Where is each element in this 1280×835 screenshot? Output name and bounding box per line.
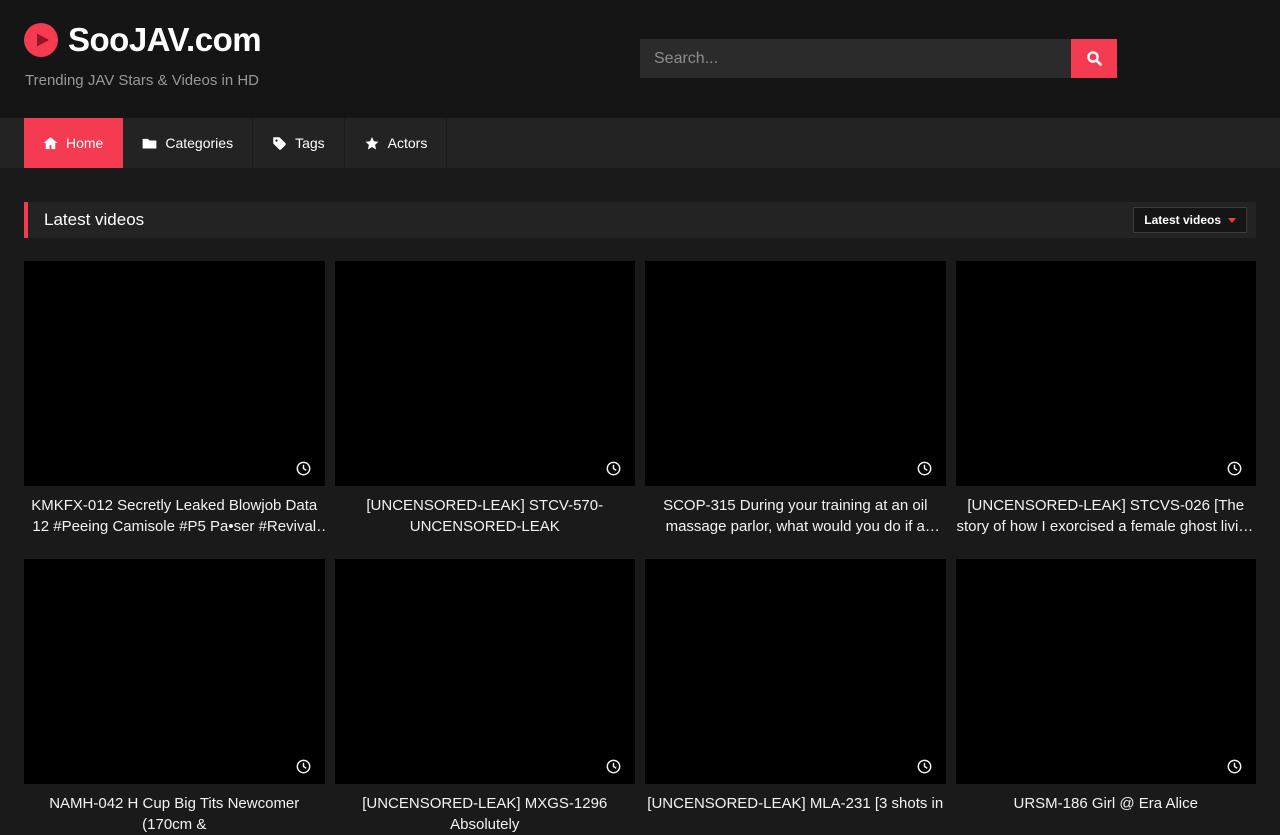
sort-dropdown-label: Latest videos (1144, 213, 1221, 227)
search-button[interactable] (1071, 39, 1117, 78)
video-thumbnail[interactable] (956, 559, 1257, 784)
video-card: KMKFX-012 Secretly Leaked Blowjob Data 1… (24, 261, 325, 537)
nav-item-label: Actors (388, 135, 428, 151)
clock-icon (917, 759, 932, 774)
section-header-bar: Latest videos Latest videos (24, 202, 1256, 238)
video-title[interactable]: [UNCENSORED-LEAK] MXGS-1296 Absolutely (335, 793, 636, 835)
clock-icon (1227, 759, 1242, 774)
home-icon (43, 136, 58, 151)
clock-icon (296, 461, 311, 476)
nav-item-tags[interactable]: Tags (253, 118, 345, 168)
tag-icon (272, 136, 287, 151)
video-title[interactable]: SCOP-315 During your training at an oil … (645, 495, 946, 537)
play-circle-icon (24, 23, 58, 57)
video-title[interactable]: NAMH-042 H Cup Big Tits Newcomer (170cm … (24, 793, 325, 835)
video-thumbnail[interactable] (956, 261, 1257, 486)
video-card: [UNCENSORED-LEAK] STCVS-026 [The story o… (956, 261, 1257, 537)
search-input[interactable] (640, 39, 1071, 78)
nav-item-categories[interactable]: Categories (123, 118, 253, 168)
video-thumbnail[interactable] (645, 261, 946, 486)
sort-dropdown-button[interactable]: Latest videos (1133, 207, 1247, 233)
clock-icon (606, 461, 621, 476)
video-grid: KMKFX-012 Secretly Leaked Blowjob Data 1… (24, 261, 1256, 835)
star-icon (364, 136, 380, 151)
nav-item-label: Tags (295, 135, 325, 151)
video-thumbnail[interactable] (335, 261, 636, 486)
video-card: SCOP-315 During your training at an oil … (645, 261, 946, 537)
search-form (640, 39, 1117, 78)
main-content: Latest videos Latest videos KMKFX-012 Se… (0, 202, 1280, 835)
main-nav: Home Categories Tags Actors (0, 118, 1280, 168)
video-card: [UNCENSORED-LEAK] STCV-570-UNCENSORED-LE… (335, 261, 636, 537)
nav-item-actors[interactable]: Actors (345, 118, 448, 168)
video-title[interactable]: [UNCENSORED-LEAK] STCVS-026 [The story o… (956, 495, 1257, 537)
clock-icon (606, 759, 621, 774)
video-card: NAMH-042 H Cup Big Tits Newcomer (170cm … (24, 559, 325, 835)
search-icon (1086, 50, 1103, 67)
video-title[interactable]: [UNCENSORED-LEAK] MLA-231 [3 shots in (645, 793, 946, 814)
site-tagline: Trending JAV Stars & Videos in HD (25, 72, 259, 89)
nav-item-label: Categories (165, 135, 233, 151)
video-title[interactable]: URSM-186 Girl @ Era Alice (956, 793, 1257, 814)
video-card: URSM-186 Girl @ Era Alice (956, 559, 1257, 835)
video-card: [UNCENSORED-LEAK] MLA-231 [3 shots in (645, 559, 946, 835)
site-header: SooJAV.com Trending JAV Stars & Videos i… (0, 0, 1280, 118)
video-title[interactable]: [UNCENSORED-LEAK] STCV-570-UNCENSORED-LE… (335, 495, 636, 537)
video-title[interactable]: KMKFX-012 Secretly Leaked Blowjob Data 1… (24, 495, 325, 537)
video-thumbnail[interactable] (24, 261, 325, 486)
video-thumbnail[interactable] (645, 559, 946, 784)
logo-text: SooJAV.com (68, 23, 261, 57)
folder-icon (142, 136, 157, 151)
section-title: Latest videos (44, 210, 144, 230)
video-thumbnail[interactable] (24, 559, 325, 784)
nav-item-home[interactable]: Home (24, 118, 123, 168)
clock-icon (1227, 461, 1242, 476)
video-thumbnail[interactable] (335, 559, 636, 784)
video-card: [UNCENSORED-LEAK] MXGS-1296 Absolutely (335, 559, 636, 835)
clock-icon (917, 461, 932, 476)
nav-item-label: Home (66, 135, 103, 151)
clock-icon (296, 759, 311, 774)
site-logo[interactable]: SooJAV.com (24, 23, 261, 57)
caret-down-icon (1228, 218, 1236, 223)
